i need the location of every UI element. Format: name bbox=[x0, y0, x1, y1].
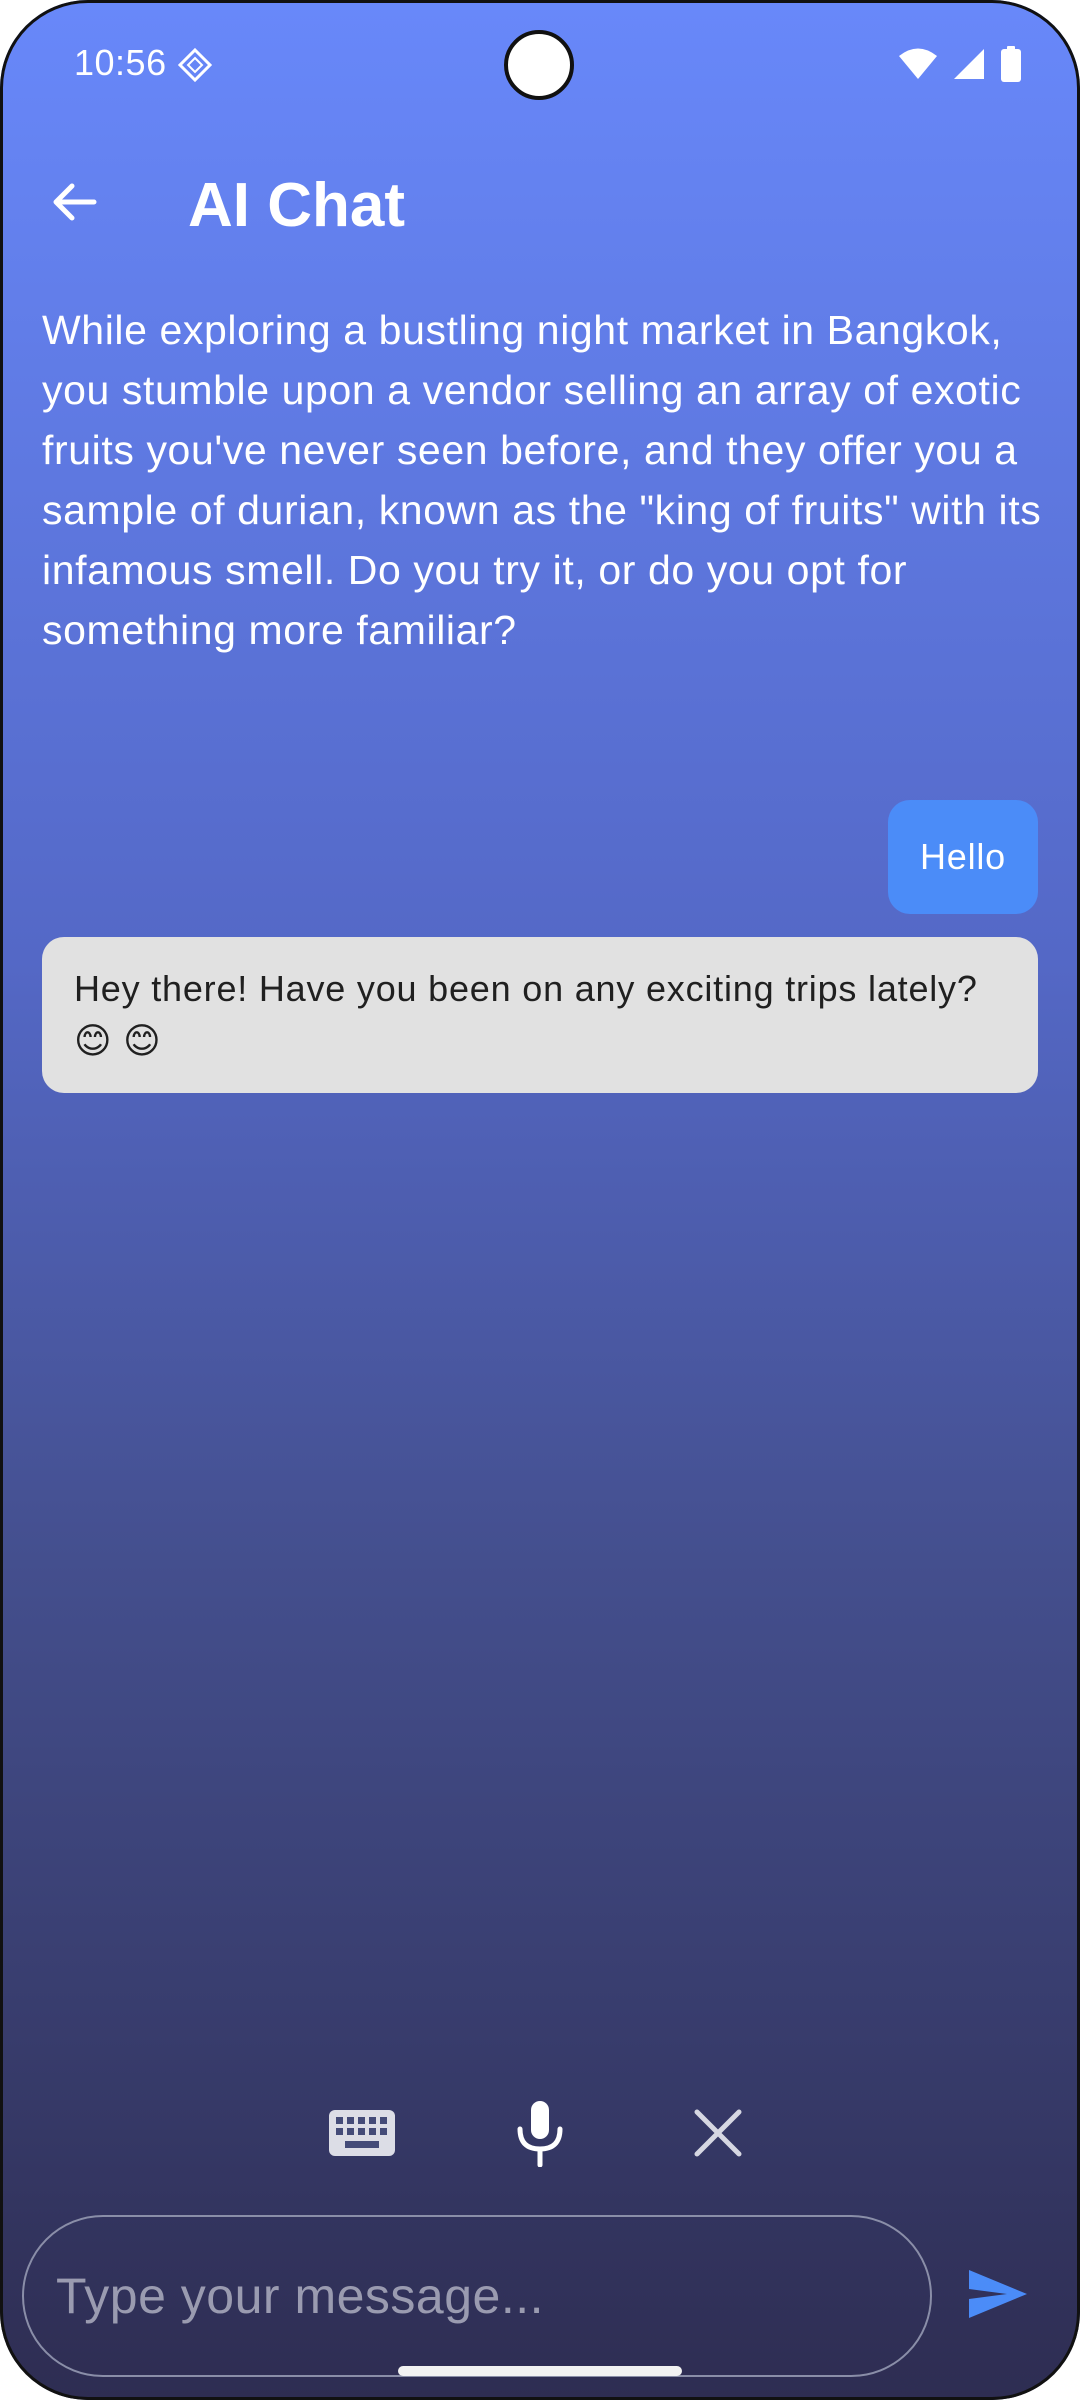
arrow-left-icon bbox=[50, 178, 98, 231]
cellular-signal-icon bbox=[952, 47, 986, 86]
send-button[interactable] bbox=[960, 2258, 1036, 2334]
status-bar: 10:56 bbox=[0, 0, 1080, 130]
battery-icon bbox=[1000, 46, 1022, 87]
message-input[interactable] bbox=[54, 2266, 898, 2326]
app-bar: AI Chat bbox=[0, 150, 1080, 260]
microphone-button[interactable] bbox=[500, 2095, 580, 2175]
keyboard-button[interactable] bbox=[322, 2095, 402, 2175]
home-indicator[interactable] bbox=[398, 2366, 682, 2376]
status-icons bbox=[898, 46, 1022, 87]
close-icon bbox=[693, 2108, 743, 2163]
close-button[interactable] bbox=[678, 2095, 758, 2175]
keyboard-icon bbox=[329, 2109, 395, 2161]
microphone-icon bbox=[514, 2099, 566, 2172]
phone-screen: 10:56 AI Chat While exploring a bustling… bbox=[0, 0, 1080, 2400]
wifi-icon bbox=[898, 47, 938, 86]
scenario-prompt: While exploring a bustling night market … bbox=[42, 307, 1042, 653]
ai-message-bubble: Hey there! Have you been on any exciting… bbox=[42, 937, 1038, 1093]
send-icon bbox=[967, 2268, 1029, 2325]
camera-cutout bbox=[504, 30, 574, 100]
page-title: AI Chat bbox=[188, 171, 405, 240]
message-composer bbox=[22, 2215, 932, 2377]
back-button[interactable] bbox=[42, 172, 106, 236]
user-message-bubble: Hello bbox=[887, 800, 1038, 914]
diamond-notification-icon bbox=[177, 47, 213, 83]
input-mode-controls bbox=[0, 2095, 1080, 2175]
status-time: 10:56 bbox=[74, 42, 167, 83]
